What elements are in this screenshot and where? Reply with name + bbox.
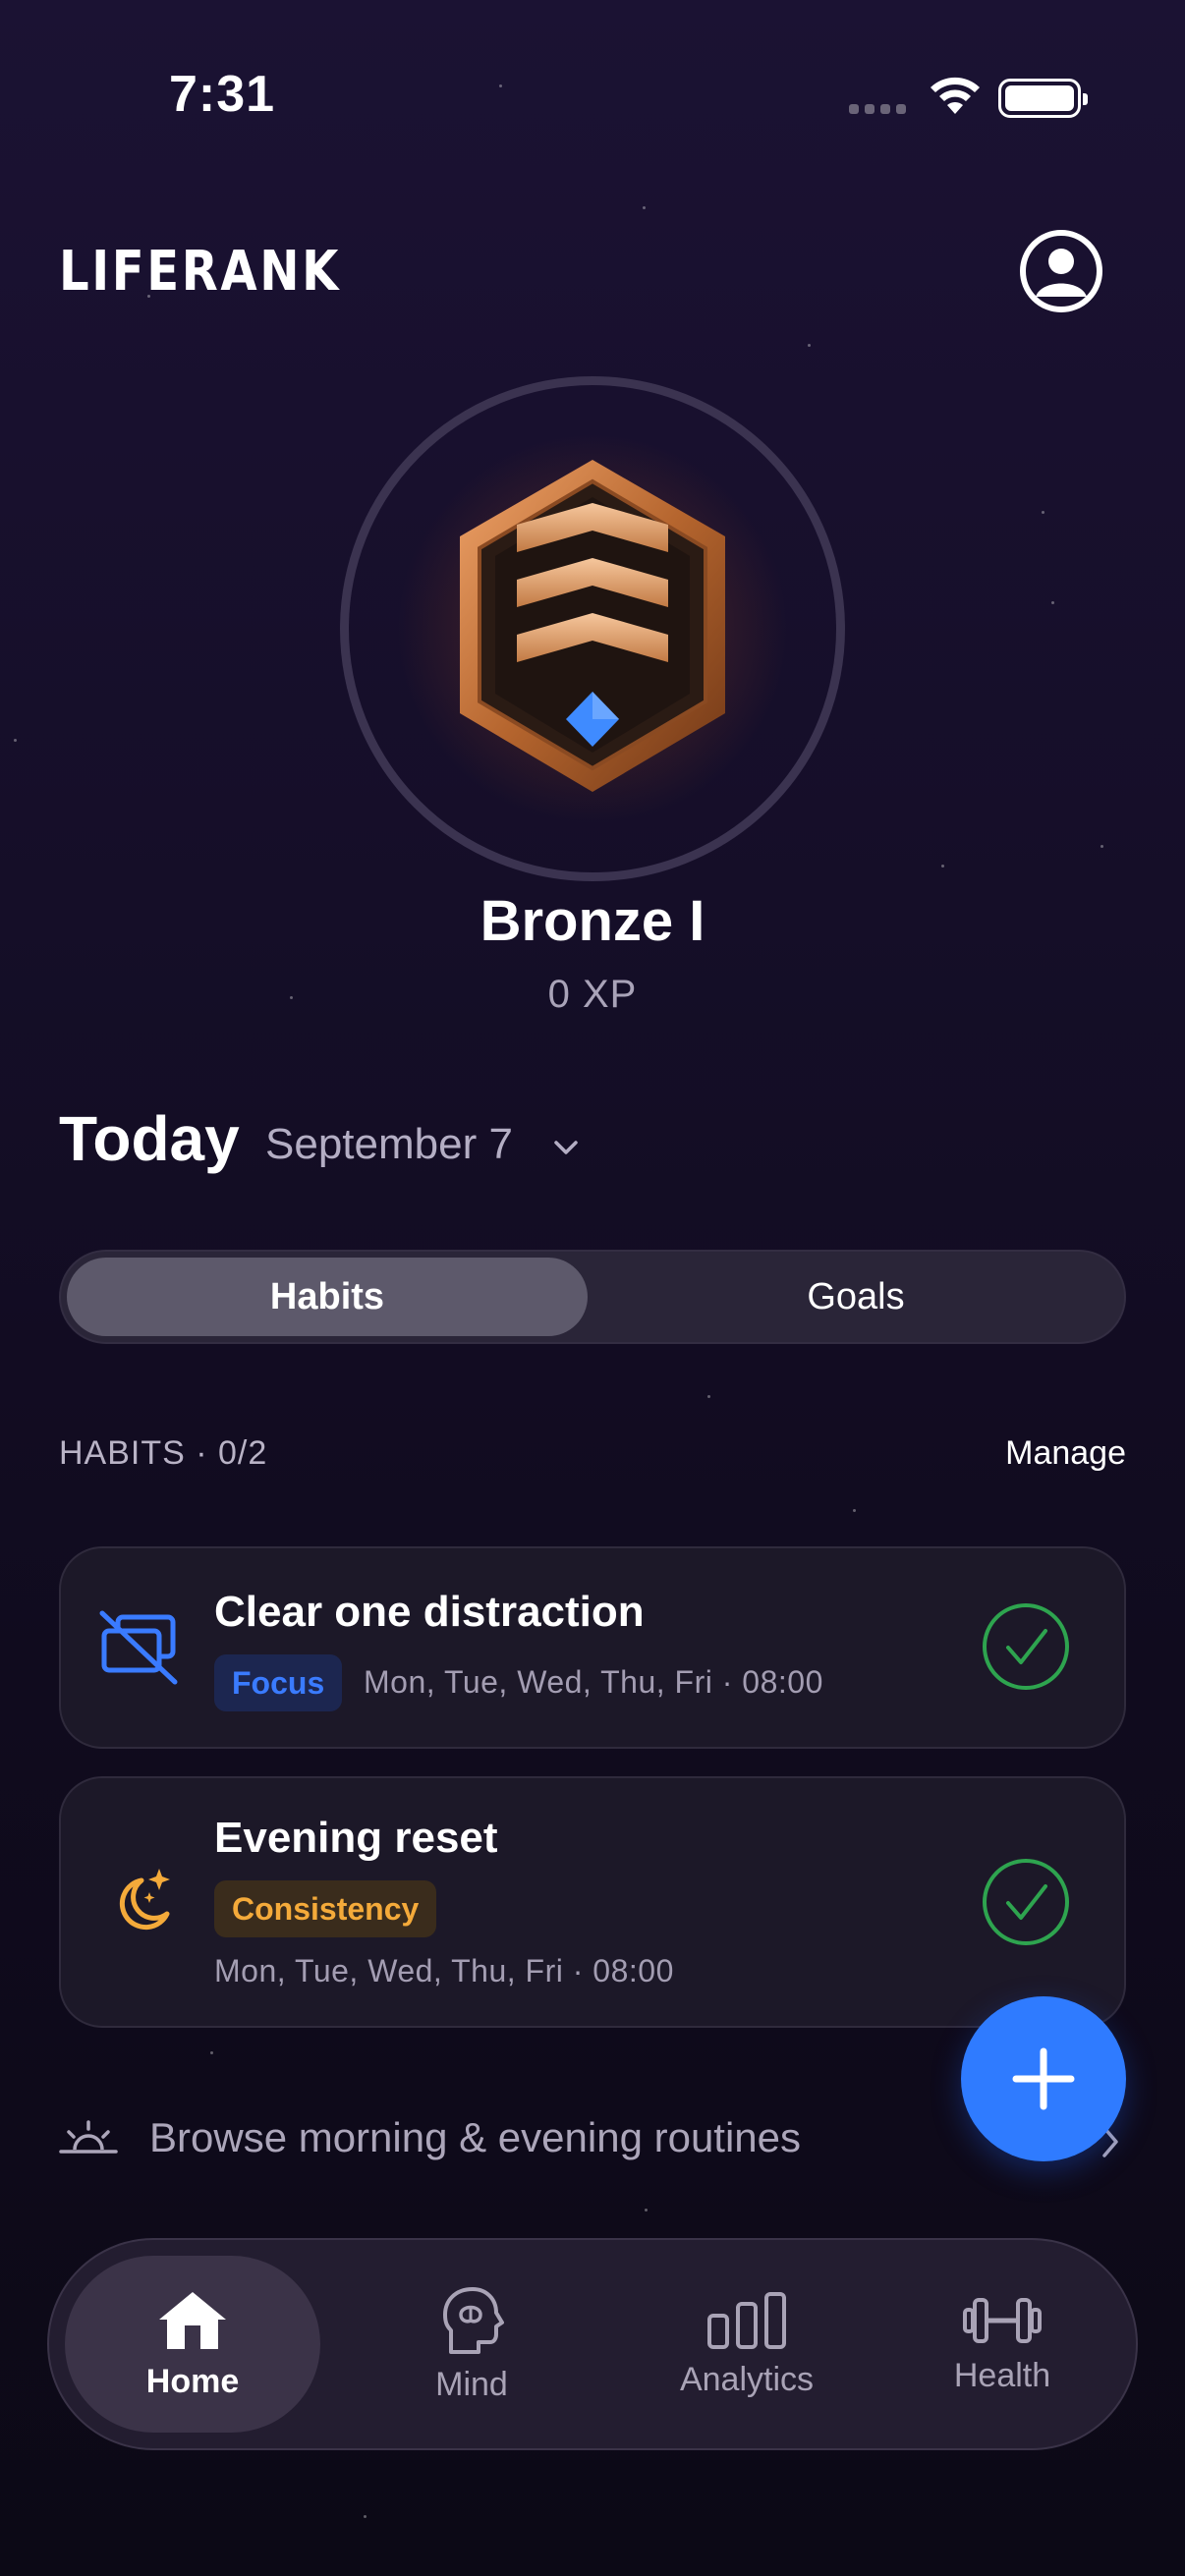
- bronze-rank-badge-icon: [460, 460, 725, 792]
- no-screens-icon: [99, 1610, 178, 1685]
- tab-analytics-label: Analytics: [679, 2360, 815, 2398]
- tab-health[interactable]: Health: [894, 2256, 1110, 2433]
- rank-name: Bronze I: [480, 889, 705, 953]
- habits-goals-segment: Habits Goals: [59, 1250, 1126, 1344]
- tab-habits[interactable]: Habits: [67, 1258, 588, 1336]
- browse-routines-link[interactable]: Browse morning & evening routines: [59, 2112, 1126, 2171]
- app-logo: LIFERANK: [59, 240, 342, 304]
- home-icon: [159, 2291, 226, 2349]
- status-bar: 7:31: [0, 0, 1185, 196]
- tab-home-label: Home: [145, 2362, 240, 2400]
- add-habit-button[interactable]: [961, 1996, 1126, 2161]
- habits-section-label: HABITS · 0/2: [59, 1434, 268, 1472]
- cellular-signal-icon: [849, 104, 906, 114]
- brain-head-icon: [443, 2286, 504, 2354]
- status-time: 7:31: [169, 66, 276, 123]
- habit-title: Evening reset: [214, 1814, 498, 1862]
- date-selector[interactable]: September 7: [265, 1120, 513, 1169]
- habit-tag-consistency: Consistency: [214, 1880, 437, 1937]
- browse-routines-label: Browse morning & evening routines: [149, 2114, 802, 2160]
- moon-stars-icon: [119, 1869, 170, 1931]
- habit-card-clear-distraction[interactable]: Clear one distraction Focus Mon, Tue, We…: [59, 1546, 1126, 1749]
- bar-chart-icon: [707, 2291, 786, 2349]
- tab-mind[interactable]: Mind: [373, 2256, 570, 2433]
- manage-button[interactable]: Manage: [1005, 1434, 1126, 1473]
- tab-home[interactable]: Home: [65, 2256, 320, 2433]
- check-circle-icon[interactable]: [981, 1601, 1071, 1692]
- habit-schedule: Mon, Tue, Wed, Thu, Fri · 08:00: [364, 1664, 823, 1700]
- battery-icon: [998, 79, 1088, 118]
- check-circle-icon[interactable]: [981, 1857, 1071, 1947]
- bottom-tab-bar: Home Mind Analytics Health: [47, 2238, 1138, 2450]
- tab-analytics[interactable]: Analytics: [629, 2256, 865, 2433]
- wifi-icon: [931, 77, 980, 114]
- plus-icon: [1012, 2047, 1075, 2110]
- tab-health-label: Health: [953, 2356, 1051, 2394]
- today-title: Today: [59, 1103, 240, 1174]
- chevron-down-icon[interactable]: [548, 1130, 584, 1165]
- habit-schedule: Mon, Tue, Wed, Thu, Fri · 08:00: [214, 1953, 674, 1988]
- rank-xp: 0 XP: [547, 973, 638, 1016]
- habit-tag-focus: Focus: [214, 1654, 343, 1711]
- habit-card-evening-reset[interactable]: Evening reset Consistency Mon, Tue, Wed,…: [59, 1776, 1126, 2028]
- tab-goals[interactable]: Goals: [592, 1258, 1120, 1336]
- tab-mind-label: Mind: [435, 2365, 508, 2403]
- dumbbell-icon: [963, 2297, 1042, 2343]
- user-circle-icon[interactable]: [1018, 228, 1104, 314]
- habit-title: Clear one distraction: [214, 1588, 645, 1636]
- sunrise-icon: [59, 2120, 118, 2154]
